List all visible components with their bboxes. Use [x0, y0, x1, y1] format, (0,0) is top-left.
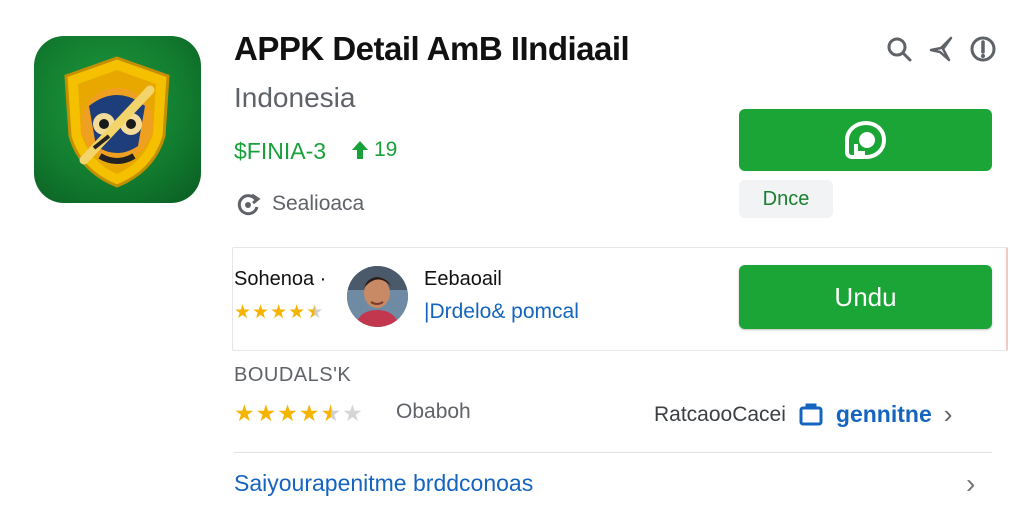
rating-stars: ★ ★ ★ ★ ★ ★ — [234, 400, 363, 426]
share-icon[interactable] — [926, 34, 956, 64]
reviewer-name: Eebaoail — [424, 268, 502, 290]
star-icon: ★ — [234, 400, 255, 426]
upload-arrow-icon — [352, 141, 368, 159]
star-icon: ★ — [270, 302, 288, 323]
rating-text: Obaboh — [396, 400, 471, 423]
star-icon: ★ — [234, 302, 252, 323]
info-icon[interactable] — [968, 34, 998, 64]
divider — [234, 452, 992, 453]
app-subtitle: Indonesia — [234, 82, 356, 113]
app-price: $FINIA-3 — [234, 138, 327, 164]
download-button[interactable]: Undu — [739, 265, 992, 329]
app-size: 19 — [374, 138, 398, 161]
chevron-right-icon[interactable]: › — [944, 399, 953, 430]
star-icon: ★ — [298, 400, 320, 426]
star-icon: ★ — [277, 400, 298, 426]
top-actions — [884, 34, 998, 64]
install-chip-button[interactable]: Dnce — [739, 180, 833, 218]
star-icon: ★ — [288, 302, 306, 323]
ratings-right-text: RatcaooCacei — [654, 402, 786, 426]
download-badge-icon — [844, 120, 886, 159]
developer-rating-stars: ★ ★ ★ ★ ★ — [234, 303, 323, 323]
app-logo-graphic — [64, 56, 170, 188]
ratings-right-link[interactable]: gennitne — [836, 401, 932, 428]
app-icon — [34, 36, 201, 203]
refresh-icon — [237, 193, 261, 216]
star-icon: ★ — [252, 302, 270, 323]
section-heading: BOUDALS'K — [234, 364, 352, 386]
search-icon[interactable] — [884, 34, 914, 64]
developer-name[interactable]: Sohenoa · — [234, 268, 326, 291]
avatar[interactable] — [347, 266, 408, 327]
star-half-icon: ★ — [320, 400, 342, 426]
chevron-right-icon[interactable]: › — [966, 470, 975, 498]
ratings-right-info[interactable]: RatcaooCacei gennitne › — [654, 399, 952, 430]
app-meta: Sealioaca — [234, 190, 364, 218]
app-meta-label: Sealioaca — [272, 192, 365, 215]
install-button[interactable] — [739, 109, 992, 171]
star-icon: ★ — [255, 400, 277, 426]
star-empty-icon: ★ — [342, 400, 363, 426]
star-half-icon: ★ — [306, 302, 324, 323]
app-title: APPK Detail AmB IIndiaail — [234, 30, 630, 67]
app-size-badge: 19 — [350, 138, 397, 162]
shield-icon — [799, 403, 823, 425]
bottom-link[interactable]: Saiyourapenitme brddconoas — [234, 470, 533, 497]
reviewer-link[interactable]: |Drdelo& pomcal — [424, 300, 579, 324]
